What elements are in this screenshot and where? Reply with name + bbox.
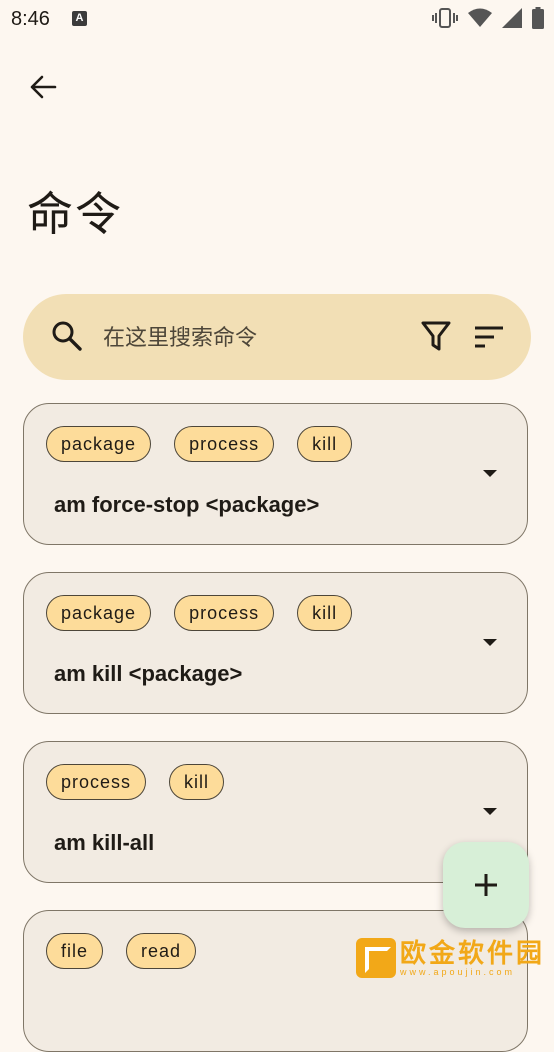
filter-icon[interactable] — [421, 320, 451, 352]
watermark-logo-icon — [356, 938, 396, 978]
tag-chip[interactable]: kill — [169, 764, 225, 800]
plus-icon — [475, 874, 497, 896]
tag-list: package process kill — [46, 426, 353, 462]
arrow-back-icon — [30, 75, 57, 99]
tag-list: process kill — [46, 764, 225, 800]
vibrate-icon — [432, 8, 458, 28]
command-text: am force-stop <package> — [54, 492, 320, 517]
watermark: 欧金软件园 www.apoujin.com — [356, 938, 545, 978]
expand-caret-icon[interactable] — [483, 808, 497, 815]
page-title: 命令 — [27, 188, 123, 240]
status-icons — [432, 7, 544, 29]
search-input[interactable] — [101, 320, 405, 356]
tag-list: package process kill — [46, 595, 353, 631]
wifi-icon — [468, 8, 492, 27]
tag-chip[interactable]: package — [46, 426, 152, 462]
tag-chip[interactable]: process — [46, 764, 147, 800]
status-time: 8:46 — [11, 8, 50, 30]
add-command-button[interactable] — [443, 842, 529, 928]
command-card[interactable]: package process kill am force-stop <pack… — [23, 403, 528, 545]
status-bar: 8:46 A — [0, 0, 554, 38]
notification-a-icon: A — [72, 11, 87, 26]
expand-caret-icon[interactable] — [483, 639, 497, 646]
watermark-url: www.apoujin.com — [400, 967, 516, 977]
signal-icon — [502, 8, 522, 28]
tag-chip[interactable]: process — [174, 426, 275, 462]
back-button[interactable] — [26, 70, 60, 104]
watermark-text: 欧金软件园 — [400, 938, 546, 968]
tag-chip[interactable]: read — [126, 933, 197, 969]
expand-caret-icon[interactable] — [483, 470, 497, 477]
search-icon — [52, 321, 82, 351]
sort-icon[interactable] — [473, 322, 505, 352]
tag-chip[interactable]: kill — [297, 595, 353, 631]
battery-icon — [532, 7, 544, 29]
tag-chip[interactable]: process — [174, 595, 275, 631]
search-bar[interactable] — [23, 294, 531, 380]
command-text: am kill-all — [54, 830, 155, 855]
tag-chip[interactable]: file — [46, 933, 104, 969]
tag-list: file read — [46, 933, 197, 969]
command-card[interactable]: package process kill am kill <package> — [23, 572, 528, 714]
command-text: am kill <package> — [54, 661, 243, 686]
tag-chip[interactable]: package — [46, 595, 152, 631]
command-card[interactable]: file read — [23, 910, 528, 1052]
tag-chip[interactable]: kill — [297, 426, 353, 462]
